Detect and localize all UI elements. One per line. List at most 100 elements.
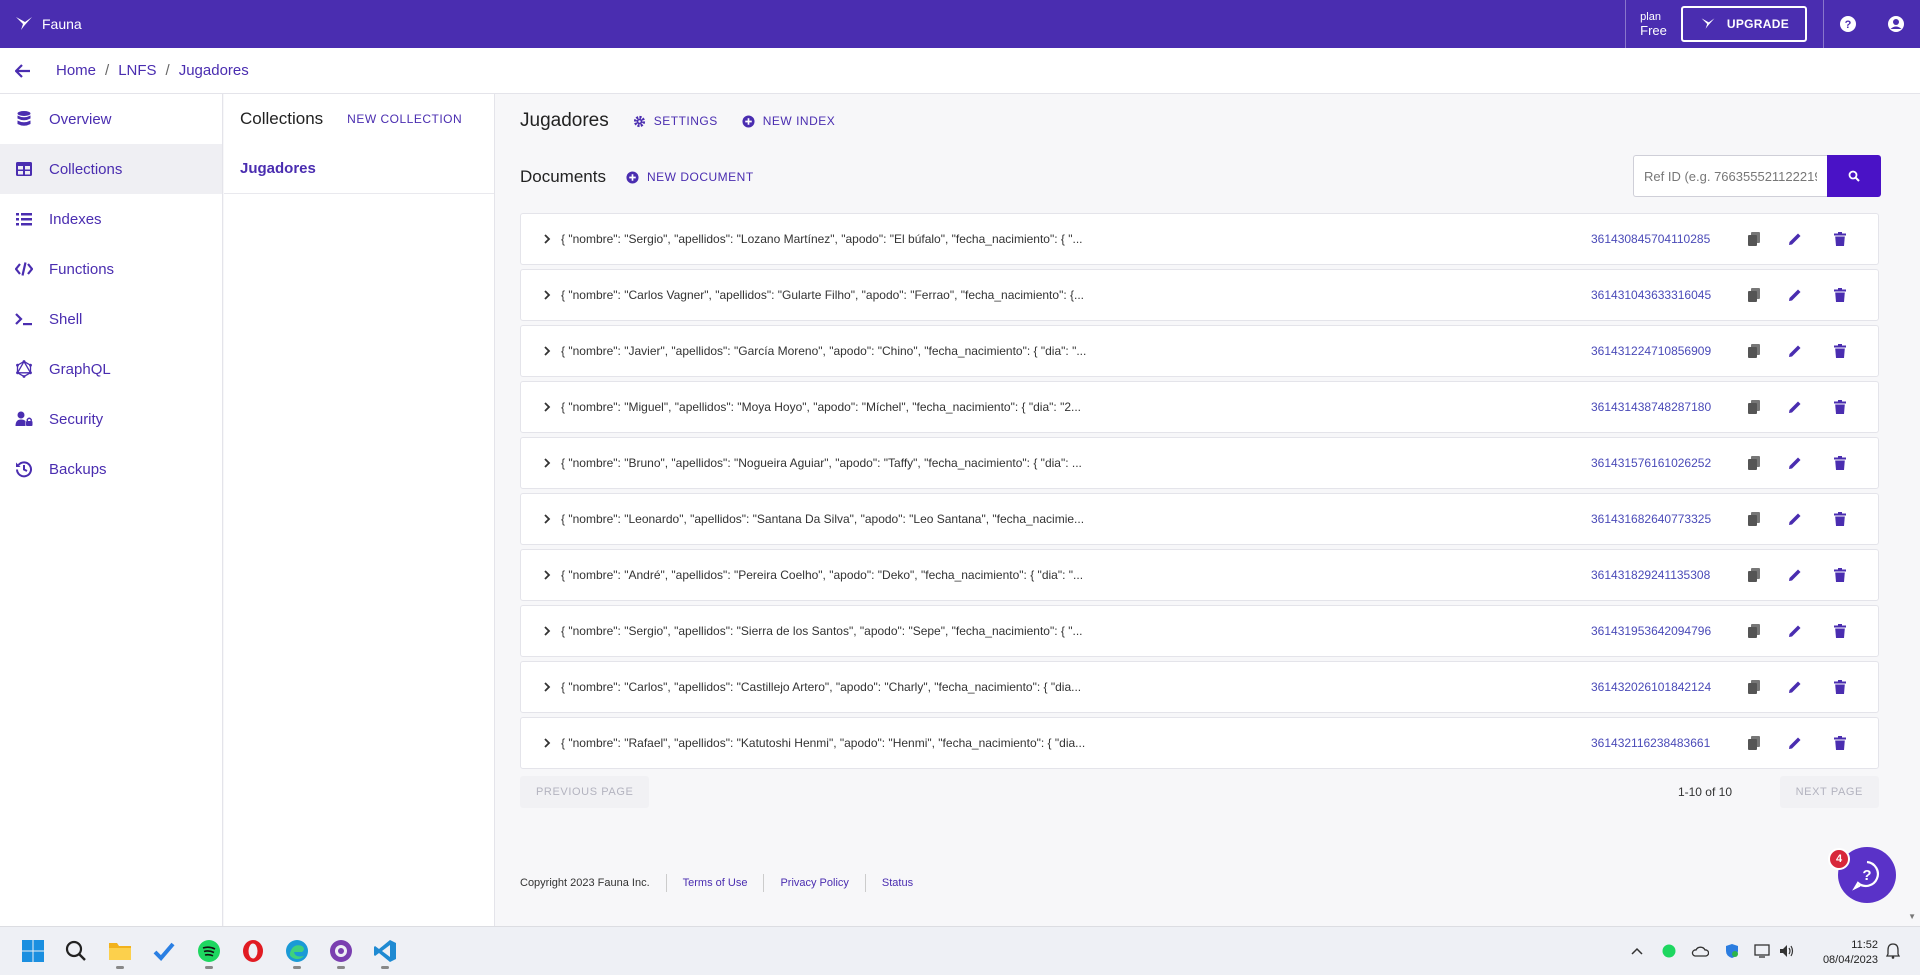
fauna-logo[interactable]: Fauna <box>14 14 82 34</box>
privacy-link[interactable]: Privacy Policy <box>763 874 864 892</box>
previous-page-button[interactable]: PREVIOUS PAGE <box>520 776 650 808</box>
volume-icon[interactable] <box>1778 942 1796 960</box>
edge-icon[interactable] <box>281 935 313 969</box>
chevron-right-icon[interactable] <box>537 738 557 748</box>
pencil-icon[interactable] <box>1785 565 1805 585</box>
ref-id-input[interactable] <box>1633 155 1827 197</box>
cloud-icon[interactable] <box>1691 942 1709 960</box>
file-explorer-icon[interactable] <box>104 935 136 969</box>
display-icon[interactable] <box>1753 942 1771 960</box>
document-ref-link[interactable]: 361431953642094796 <box>1591 624 1711 638</box>
opera-icon[interactable] <box>237 935 269 967</box>
system-clock[interactable]: 11:52 08/04/2023 <box>1810 938 1878 968</box>
vscode-icon[interactable] <box>369 935 401 969</box>
new-index-button[interactable]: NEW INDEX <box>742 114 836 128</box>
windows-start-icon[interactable] <box>17 935 49 967</box>
copy-icon[interactable] <box>1744 397 1764 417</box>
document-row[interactable]: { "nombre": "Sergio", "apellidos": "Loza… <box>520 213 1879 265</box>
document-row[interactable]: { "nombre": "Sergio", "apellidos": "Sier… <box>520 605 1879 657</box>
help-button[interactable]: ? <box>1824 0 1872 48</box>
next-page-button[interactable]: NEXT PAGE <box>1779 776 1879 808</box>
chevron-right-icon[interactable] <box>537 402 557 412</box>
copy-icon[interactable] <box>1744 341 1764 361</box>
trash-icon[interactable] <box>1830 341 1850 361</box>
github-desktop-icon[interactable] <box>325 935 357 969</box>
pencil-icon[interactable] <box>1785 285 1805 305</box>
pencil-icon[interactable] <box>1785 453 1805 473</box>
new-document-button[interactable]: NEW DOCUMENT <box>626 170 754 184</box>
copy-icon[interactable] <box>1744 733 1764 753</box>
document-row[interactable]: { "nombre": "Carlos Vagner", "apellidos"… <box>520 269 1879 321</box>
breadcrumb-home[interactable]: Home <box>56 62 96 79</box>
trash-icon[interactable] <box>1830 733 1850 753</box>
trash-icon[interactable] <box>1830 397 1850 417</box>
copy-icon[interactable] <box>1744 285 1764 305</box>
copy-icon[interactable] <box>1744 229 1764 249</box>
trash-icon[interactable] <box>1830 509 1850 529</box>
copy-icon[interactable] <box>1744 509 1764 529</box>
chevron-right-icon[interactable] <box>537 234 557 244</box>
chevron-right-icon[interactable] <box>537 682 557 692</box>
document-row[interactable]: { "nombre": "Carlos", "apellidos": "Cast… <box>520 661 1879 713</box>
copy-icon[interactable] <box>1744 565 1764 585</box>
document-ref-link[interactable]: 361431829241135308 <box>1591 568 1710 582</box>
pencil-icon[interactable] <box>1785 341 1805 361</box>
trash-icon[interactable] <box>1830 677 1850 697</box>
terms-link[interactable]: Terms of Use <box>665 874 764 892</box>
chevron-up-icon[interactable] <box>1628 942 1646 960</box>
trash-icon[interactable] <box>1830 453 1850 473</box>
sidebar-item-backups[interactable]: Backups <box>0 444 222 494</box>
breadcrumb-collection[interactable]: Jugadores <box>179 62 249 79</box>
sidebar-item-shell[interactable]: Shell <box>0 294 222 344</box>
chevron-right-icon[interactable] <box>537 346 557 356</box>
document-ref-link[interactable]: 361431576161026252 <box>1591 456 1711 470</box>
status-link[interactable]: Status <box>864 874 929 892</box>
breadcrumb-database[interactable]: LNFS <box>118 62 156 79</box>
settings-button[interactable]: SETTINGS <box>633 114 718 128</box>
chevron-right-icon[interactable] <box>537 458 557 468</box>
shield-icon[interactable] <box>1723 942 1741 960</box>
pencil-icon[interactable] <box>1785 229 1805 249</box>
sidebar-item-overview[interactable]: Overview <box>0 94 222 144</box>
document-ref-link[interactable]: 361432116238483661 <box>1591 736 1710 750</box>
upgrade-button[interactable]: UPGRADE <box>1680 6 1807 42</box>
document-row[interactable]: { "nombre": "Bruno", "apellidos": "Nogue… <box>520 437 1879 489</box>
pencil-icon[interactable] <box>1785 677 1805 697</box>
copy-icon[interactable] <box>1744 453 1764 473</box>
sidebar-item-indexes[interactable]: Indexes <box>0 194 222 244</box>
sidebar-item-security[interactable]: Security <box>0 394 222 444</box>
document-row[interactable]: { "nombre": "Rafael", "apellidos": "Katu… <box>520 717 1879 769</box>
spotify-icon[interactable] <box>193 935 225 969</box>
chevron-right-icon[interactable] <box>537 514 557 524</box>
document-row[interactable]: { "nombre": "Leonardo", "apellidos": "Sa… <box>520 493 1879 545</box>
copy-icon[interactable] <box>1744 621 1764 641</box>
pencil-icon[interactable] <box>1785 733 1805 753</box>
document-ref-link[interactable]: 361430845704110285 <box>1591 232 1710 246</box>
collection-item-jugadores[interactable]: Jugadores <box>224 144 494 194</box>
pencil-icon[interactable] <box>1785 397 1805 417</box>
sidebar-item-graphql[interactable]: GraphQL <box>0 344 222 394</box>
trash-icon[interactable] <box>1830 285 1850 305</box>
spotify-tray-icon[interactable] <box>1660 942 1678 960</box>
back-button[interactable] <box>0 48 46 94</box>
document-row[interactable]: { "nombre": "Miguel", "apellidos": "Moya… <box>520 381 1879 433</box>
pencil-icon[interactable] <box>1785 621 1805 641</box>
pencil-icon[interactable] <box>1785 509 1805 529</box>
sidebar-item-functions[interactable]: Functions <box>0 244 222 294</box>
trash-icon[interactable] <box>1830 565 1850 585</box>
search-icon[interactable] <box>60 935 92 967</box>
document-ref-link[interactable]: 361431682640773325 <box>1591 512 1711 526</box>
chevron-right-icon[interactable] <box>537 570 557 580</box>
new-collection-button[interactable]: NEW COLLECTION <box>347 112 462 126</box>
document-row[interactable]: { "nombre": "Javier", "apellidos": "Garc… <box>520 325 1879 377</box>
scroll-down-arrow[interactable]: ▼ <box>1908 912 1916 921</box>
ref-search-button[interactable] <box>1827 155 1881 197</box>
chevron-right-icon[interactable] <box>537 290 557 300</box>
account-button[interactable] <box>1872 0 1920 48</box>
sidebar-item-collections[interactable]: Collections <box>0 144 222 194</box>
document-ref-link[interactable]: 361431438748287180 <box>1591 400 1711 414</box>
chevron-right-icon[interactable] <box>537 626 557 636</box>
trash-icon[interactable] <box>1830 621 1850 641</box>
notification-bell-icon[interactable] <box>1884 942 1902 960</box>
document-row[interactable]: { "nombre": "André", "apellidos": "Perei… <box>520 549 1879 601</box>
